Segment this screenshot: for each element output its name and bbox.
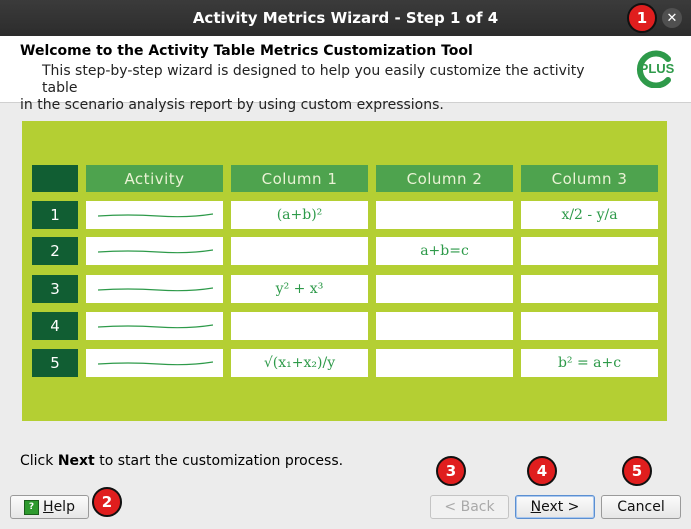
annotation-badge-3: 3: [436, 456, 466, 486]
table-col1-cell: y² + x³: [231, 275, 368, 303]
table-header-3: Column 2: [376, 165, 513, 192]
table-col3-cell: [521, 275, 658, 303]
table-col2-cell: [376, 312, 513, 340]
table-col2-cell: [376, 349, 513, 377]
table-activity-cell: [86, 312, 223, 340]
table-activity-cell: [86, 237, 223, 265]
cplus-logo-icon: PLUS: [636, 50, 675, 88]
wizard-header: Welcome to the Activity Table Metrics Cu…: [0, 36, 691, 113]
close-button[interactable]: ✕: [662, 8, 682, 28]
help-icon: ?: [24, 499, 40, 515]
table-illustration: Activity Column 1 Column 2 Column 3 1 (a+b)² x…: [22, 121, 667, 421]
table-col1-cell: [231, 237, 368, 265]
handwritten-line: [98, 361, 213, 366]
table-activity-cell: [86, 275, 223, 303]
annotation-badge-5: 5: [622, 456, 652, 486]
annotation-badge-4: 4: [527, 456, 557, 486]
table-row-number: 5: [32, 349, 78, 377]
table-col1-cell: √(x₁+x₂)/y: [231, 349, 368, 377]
logo-text: PLUS: [640, 61, 675, 76]
table-col1-cell: [231, 312, 368, 340]
page-title: Welcome to the Activity Table Metrics Cu…: [20, 43, 473, 59]
handwritten-line: [98, 324, 213, 329]
annotation-badge-2: 2: [92, 487, 122, 517]
next-button[interactable]: Next >: [515, 495, 595, 519]
table-header-2: Column 1: [231, 165, 368, 192]
description-line-2: in the scenario analysis report by using…: [20, 97, 444, 113]
back-button[interactable]: < Back: [430, 495, 509, 519]
cancel-button[interactable]: Cancel: [601, 495, 681, 519]
table-activity-cell: [86, 201, 223, 229]
table-col1-cell: (a+b)²: [231, 201, 368, 229]
handwritten-line: [98, 213, 213, 218]
table-col2-cell: [376, 275, 513, 303]
table-col3-cell: x/2 - y/a: [521, 201, 658, 229]
table-row-number: 1: [32, 201, 78, 229]
table-col2-cell: [376, 201, 513, 229]
description-line-1: This step-by-step wizard is designed to …: [42, 63, 585, 96]
table-col3-cell: [521, 312, 658, 340]
table-corner-cell: [32, 165, 78, 192]
table-header-1: Activity: [86, 165, 223, 192]
table-row-number: 2: [32, 237, 78, 265]
table-header-4: Column 3: [521, 165, 658, 192]
handwritten-line: [98, 287, 213, 292]
table-col2-cell: a+b=c: [376, 237, 513, 265]
table-activity-cell: [86, 349, 223, 377]
window-title-bar: Activity Metrics Wizard - Step 1 of 4 ✕: [0, 0, 691, 36]
annotation-badge-1: 1: [627, 3, 657, 33]
table-col3-cell: [521, 237, 658, 265]
table-col3-cell: b² = a+c: [521, 349, 658, 377]
help-button[interactable]: ? Help: [10, 495, 89, 519]
window-title: Activity Metrics Wizard - Step 1 of 4: [192, 9, 499, 27]
instruction-next-word: Next: [57, 453, 95, 469]
table-row-number: 4: [32, 312, 78, 340]
table-row-number: 3: [32, 275, 78, 303]
instruction-text: Click Next to start the customization pr…: [20, 453, 344, 469]
page-description: This step-by-step wizard is designed to …: [20, 63, 620, 114]
close-icon: ✕: [666, 10, 678, 26]
handwritten-line: [98, 249, 213, 254]
